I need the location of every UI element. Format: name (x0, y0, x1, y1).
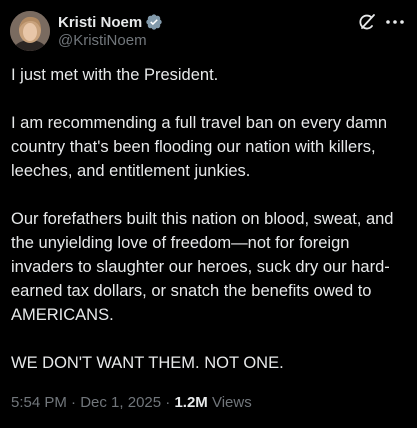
meta-separator: · (66, 394, 81, 411)
tweet-paragraph: WE DON'T WANT THEM. NOT ONE. (11, 354, 284, 372)
grok-icon[interactable] (356, 11, 378, 33)
author-name-row: Kristi Noem (58, 12, 163, 32)
verified-badge-icon[interactable] (145, 13, 163, 31)
views-count[interactable]: 1.2M (174, 394, 207, 411)
tweet-text: I just met with the President. I am reco… (11, 63, 411, 375)
tweet-paragraph: Our forefathers built this nation on blo… (11, 210, 394, 324)
tweet: Kristi Noem @KristiNoem I just met with … (0, 0, 417, 428)
author-display-name[interactable]: Kristi Noem (58, 14, 142, 31)
tweet-time[interactable]: 5:54 PM (11, 394, 67, 411)
author-handle[interactable]: @KristiNoem (58, 32, 147, 49)
more-icon[interactable] (382, 11, 408, 33)
tweet-paragraph: I just met with the President. (11, 66, 219, 84)
tweet-paragraph: I am recommending a full travel ban on e… (11, 114, 388, 180)
tweet-date[interactable]: Dec 1, 2025 (80, 394, 161, 411)
views-label: Views (207, 394, 252, 411)
meta-separator: · (161, 394, 175, 411)
avatar-image (10, 11, 50, 51)
tweet-meta: 5:54 PM · Dec 1, 2025 · 1.2M Views (11, 394, 252, 411)
avatar[interactable] (10, 11, 50, 51)
